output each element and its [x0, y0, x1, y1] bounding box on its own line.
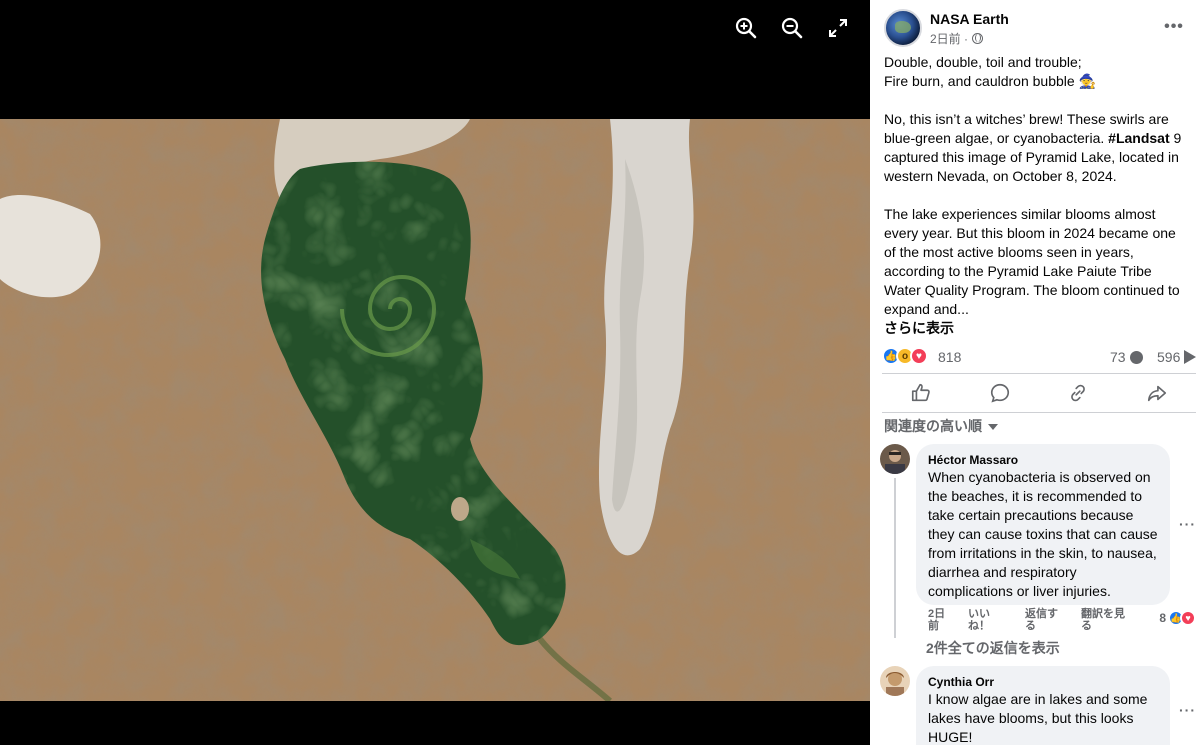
photo-viewer [0, 0, 870, 745]
share-count[interactable]: 596 [1157, 349, 1197, 365]
share-count-value: 596 [1157, 349, 1181, 365]
comment-more-button[interactable]: ··· [1179, 702, 1196, 718]
comment-author[interactable]: Cynthia Orr [928, 674, 1158, 690]
love-reaction-icon: ♥ [1180, 610, 1196, 626]
post-text: Double, double, toil and trouble; Fire b… [884, 53, 1190, 338]
view-replies-link[interactable]: 2件全ての返信を表示 [926, 638, 1060, 658]
post-paragraph: The lake experiences similar blooms almo… [884, 206, 1180, 317]
share-icon [1184, 350, 1197, 364]
comment-icon [1129, 350, 1143, 364]
comment-button[interactable] [961, 374, 1040, 412]
reply-thread-line [894, 478, 896, 638]
comment-bubble-icon [990, 383, 1009, 403]
comment-reaction-count: 8 [1159, 611, 1166, 625]
viewer-toolbar [728, 12, 856, 44]
comment-text: When cyanobacteria is observed on the be… [928, 469, 1158, 599]
like-button[interactable] [882, 374, 961, 412]
comment-author[interactable]: Héctor Massaro [928, 452, 1158, 468]
see-more-link[interactable]: さらに表示 [884, 319, 954, 338]
commenter-avatar[interactable] [880, 666, 910, 696]
hashtag-link[interactable]: #Landsat [1108, 130, 1169, 146]
comment-bubble: Cynthia Orr I know algae are in lakes an… [916, 666, 1170, 745]
comment-text: I know algae are in lakes and some lakes… [928, 691, 1148, 745]
comment-reply-button[interactable]: 返信す る [1025, 608, 1058, 632]
satellite-photo-pyramid-lake [0, 119, 870, 701]
link-icon [1071, 384, 1086, 402]
reactions-summary: 👍 o ♥ 818 73 596 [882, 345, 1197, 369]
post-text-line: Double, double, toil and trouble; [884, 54, 1082, 70]
reaction-icons[interactable]: 👍 o ♥ [882, 347, 928, 365]
globe-icon [972, 33, 984, 44]
thumbs-up-icon [912, 383, 931, 402]
comment-sort-dropdown[interactable]: 関連度の高い順 [884, 416, 998, 436]
zoom-out-icon[interactable] [774, 12, 810, 44]
reaction-count[interactable]: 818 [938, 349, 961, 365]
comment-reactions[interactable]: 8 👍 ♥ [1159, 610, 1196, 626]
comment-count[interactable]: 73 [1110, 349, 1143, 365]
comment-bubble: Héctor Massaro When cyanobacteria is obs… [916, 444, 1170, 605]
comment-actions: 2日 前 いい ね！ 返信す る 翻訳を見 る 8 👍 ♥ [918, 608, 1196, 634]
post-panel: NASA Earth 2日前 · ••• Double, double, toi… [870, 0, 1200, 745]
caret-down-icon [988, 424, 998, 430]
comment-count-value: 73 [1110, 349, 1126, 365]
comment-like-button[interactable]: いい ね！ [968, 608, 990, 632]
post-header: NASA Earth 2日前 · ••• [884, 9, 1190, 49]
page-avatar[interactable] [884, 9, 922, 47]
sort-label: 関連度の高い順 [884, 418, 982, 434]
comment-translate-button[interactable]: 翻訳を見 る [1081, 608, 1125, 632]
post-more-button[interactable]: ••• [1162, 17, 1186, 37]
post-paragraph: No, this isn’t a witches’ brew! These sw… [884, 110, 1190, 186]
love-reaction-icon: ♥ [910, 347, 928, 365]
comment-more-button[interactable]: ··· [1179, 516, 1196, 532]
post-action-bar [882, 373, 1196, 413]
comment-time[interactable]: 2日 前 [928, 608, 945, 632]
page-name[interactable]: NASA Earth [930, 11, 1009, 27]
post-meta: 2日前 · [930, 30, 984, 47]
fullscreen-icon[interactable] [820, 12, 856, 44]
copy-link-button[interactable] [1039, 374, 1118, 412]
zoom-in-icon[interactable] [728, 12, 764, 44]
share-button[interactable] [1118, 374, 1197, 412]
share-arrow-icon [1147, 385, 1166, 402]
post-text-line: Fire burn, and cauldron bubble 🧙 [884, 73, 1097, 89]
commenter-avatar[interactable] [880, 444, 910, 474]
post-time[interactable]: 2日前 · [930, 30, 968, 47]
